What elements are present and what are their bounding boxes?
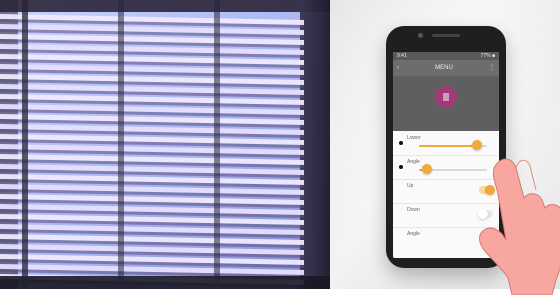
phone-top [386,26,506,44]
app-bar: ‹ MENU ⋮ [393,60,499,76]
bottom-sill [0,276,330,289]
slider-fill [419,145,477,147]
vertical-mullion-3 [214,0,220,289]
blinds-icon [443,93,449,101]
status-bar: 9:41 77% ■ [393,52,499,60]
blinds-app-icon [435,86,457,108]
slider-knob[interactable] [422,164,433,174]
slider-knob[interactable] [471,140,482,150]
row-dot-icon [399,141,403,145]
top-frame [0,0,330,12]
app-header [393,76,499,131]
hand-icon [479,158,560,295]
more-icon[interactable]: ⋮ [489,60,495,76]
app-bar-title: MENU [435,65,453,71]
window-blinds-photo [0,0,330,289]
vertical-mullion-1 [22,0,28,289]
control-label: Down [407,207,420,213]
front-camera [418,33,423,38]
right-frame [300,0,330,289]
composite-image: 9:41 77% ■ ‹ MENU ⋮ Lower Angle Up Down … [0,0,560,295]
back-icon[interactable]: ‹ [397,60,399,76]
status-left: 9:41 [397,53,407,59]
vertical-mullion-2 [118,0,124,289]
earpiece-speaker [432,34,460,37]
control-label: Up [407,183,414,189]
control-label: Lower [407,135,421,141]
status-right: 77% ■ [480,53,495,59]
lower-slider[interactable] [419,140,487,150]
control-label: Angle [407,159,420,165]
blinds-illustration [0,0,330,289]
control-label: Angle [407,231,420,237]
row-dot-icon [399,165,403,169]
